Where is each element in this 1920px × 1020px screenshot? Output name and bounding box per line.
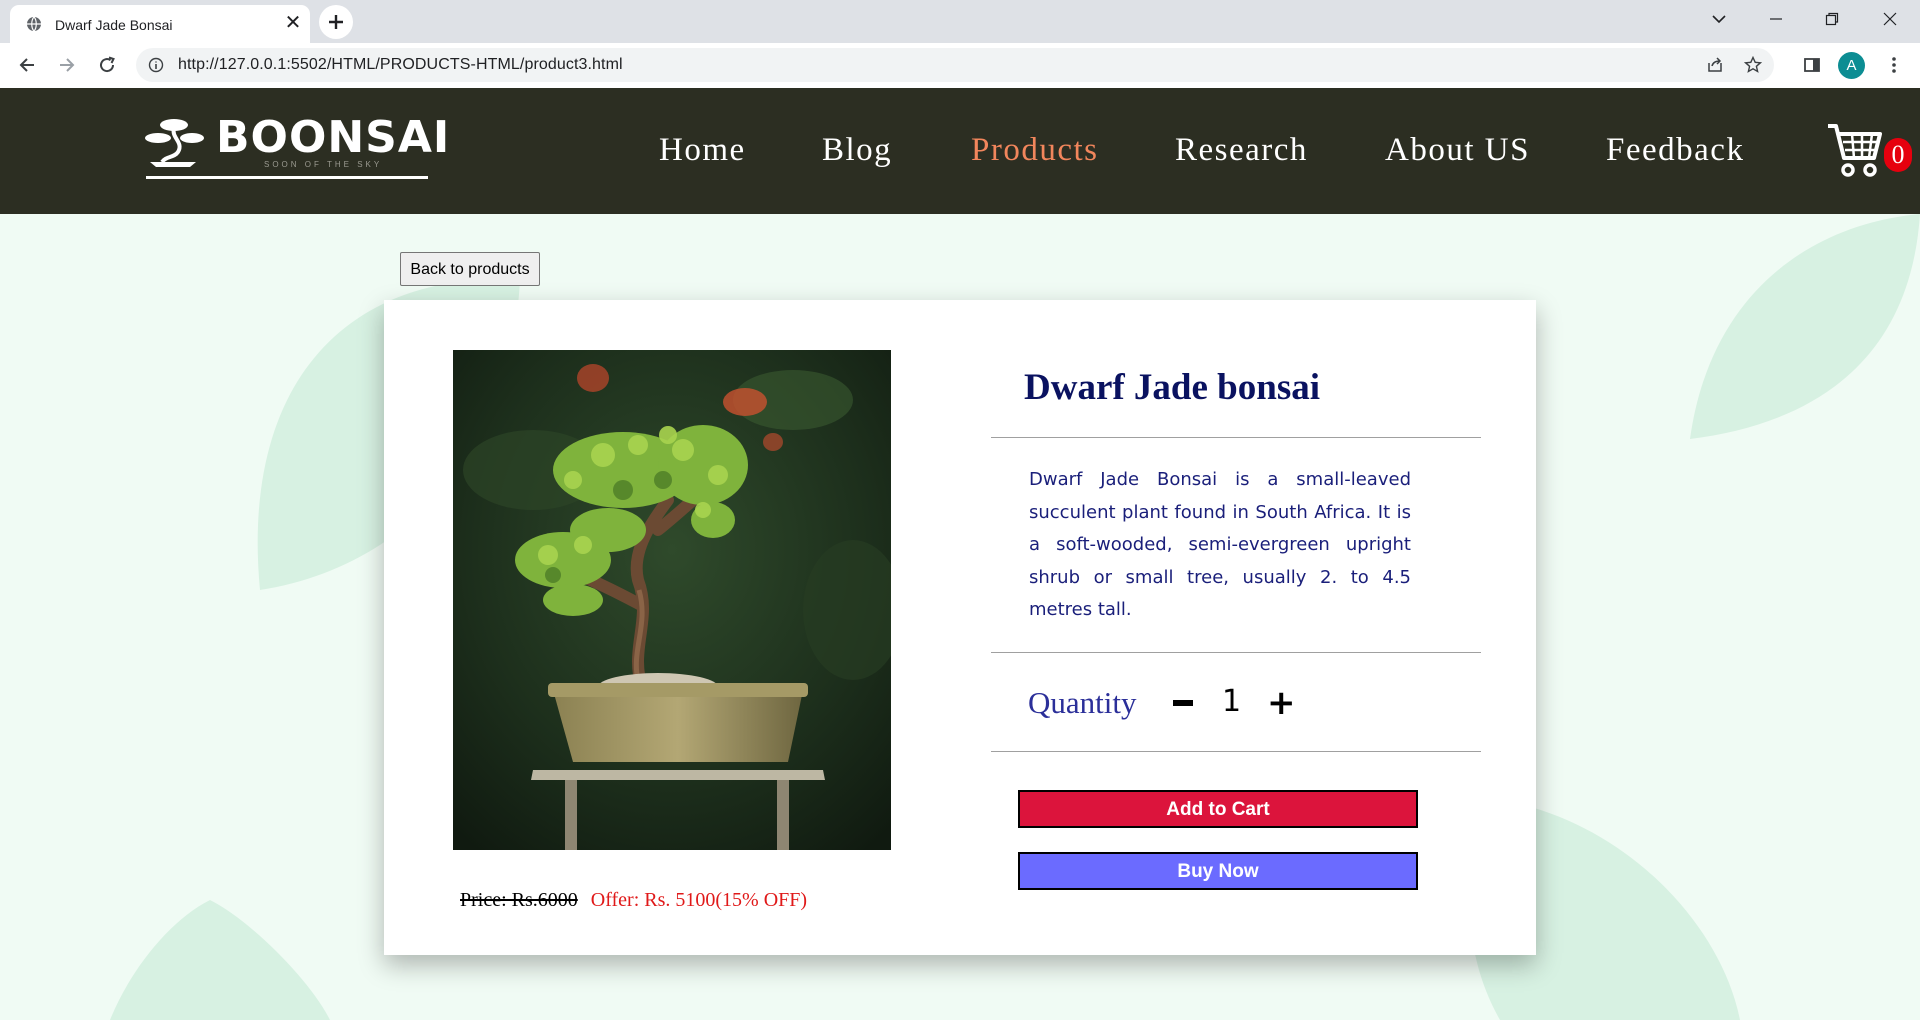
logo-text: BOONSAI [216, 112, 451, 163]
back-arrow-icon[interactable] [11, 49, 43, 81]
share-icon[interactable] [1706, 56, 1724, 79]
tab-close-icon[interactable]: ✕ [282, 12, 304, 34]
divider [991, 652, 1481, 653]
minimize-window-icon[interactable] [1752, 0, 1800, 38]
nav-products[interactable]: Products [971, 132, 1099, 169]
nav-blog[interactable]: Blog [822, 132, 892, 169]
browser-tab[interactable]: Dwarf Jade Bonsai ✕ [10, 5, 310, 43]
quantity-label: Quantity [1028, 685, 1137, 720]
plus-icon [329, 15, 343, 29]
price-row: Price: Rs.6000 Offer: Rs. 5100(15% OFF) [460, 889, 807, 912]
url-text: http://127.0.0.1:5502/HTML/PRODUCTS-HTML… [178, 56, 623, 73]
bookmark-star-icon[interactable] [1743, 55, 1763, 79]
cart-icon[interactable] [1826, 120, 1886, 185]
divider [991, 437, 1481, 438]
restore-window-icon[interactable] [1808, 0, 1856, 38]
forward-arrow-icon[interactable] [51, 49, 83, 81]
site-info-icon[interactable] [148, 57, 164, 78]
divider [991, 751, 1481, 752]
nav-feedback[interactable]: Feedback [1606, 132, 1744, 169]
buy-now-button[interactable]: Buy Now [1018, 852, 1418, 890]
product-image [453, 350, 891, 850]
product-title: Dwarf Jade bonsai [1024, 367, 1321, 408]
decorative-leaf-icon [1690, 214, 1920, 439]
more-menu-icon[interactable] [1878, 49, 1910, 81]
nav-home[interactable]: Home [659, 132, 746, 169]
product-description: Dwarf Jade Bonsai is a small-leaved succ… [1029, 469, 1411, 620]
profile-avatar[interactable]: A [1838, 52, 1865, 79]
logo-underline [146, 176, 428, 179]
globe-icon [26, 16, 42, 37]
offer-price: Offer: Rs. 5100(15% OFF) [590, 889, 808, 911]
logo-tagline: SOON OF THE SKY [264, 160, 383, 169]
browser-tabstrip: Dwarf Jade Bonsai ✕ [0, 0, 1920, 43]
nav-about-us[interactable]: About US [1385, 132, 1530, 169]
browser-toolbar: http://127.0.0.1:5502/HTML/PRODUCTS-HTML… [0, 43, 1920, 88]
address-bar[interactable]: http://127.0.0.1:5502/HTML/PRODUCTS-HTML… [136, 48, 1774, 82]
nav-research[interactable]: Research [1175, 132, 1308, 169]
site-header: BOONSAI SOON OF THE SKY Home Blog Produc… [0, 88, 1920, 214]
back-to-products-button[interactable]: Back to products [400, 252, 540, 286]
quantity-decrease-button[interactable] [1173, 696, 1193, 710]
close-window-icon[interactable] [1866, 0, 1914, 38]
quantity-increase-button[interactable]: + [1267, 686, 1296, 720]
site-logo[interactable]: BOONSAI SOON OF THE SKY [144, 112, 449, 180]
tab-search-chevron-icon[interactable] [1695, 0, 1743, 38]
original-price: Price: Rs.6000 [460, 889, 578, 911]
new-tab-button[interactable] [319, 5, 353, 39]
quantity-value: 1 [1222, 684, 1242, 719]
decorative-leaf-icon [110, 900, 330, 1020]
add-to-cart-button[interactable]: Add to Cart [1018, 790, 1418, 828]
side-panel-icon[interactable] [1796, 49, 1828, 81]
product-card: Price: Rs.6000 Offer: Rs. 5100(15% OFF) … [384, 300, 1536, 955]
cart-count-badge: 0 [1884, 138, 1912, 172]
bonsai-logo-icon [145, 119, 204, 167]
reload-icon[interactable] [91, 49, 123, 81]
tab-title: Dwarf Jade Bonsai [55, 17, 173, 33]
